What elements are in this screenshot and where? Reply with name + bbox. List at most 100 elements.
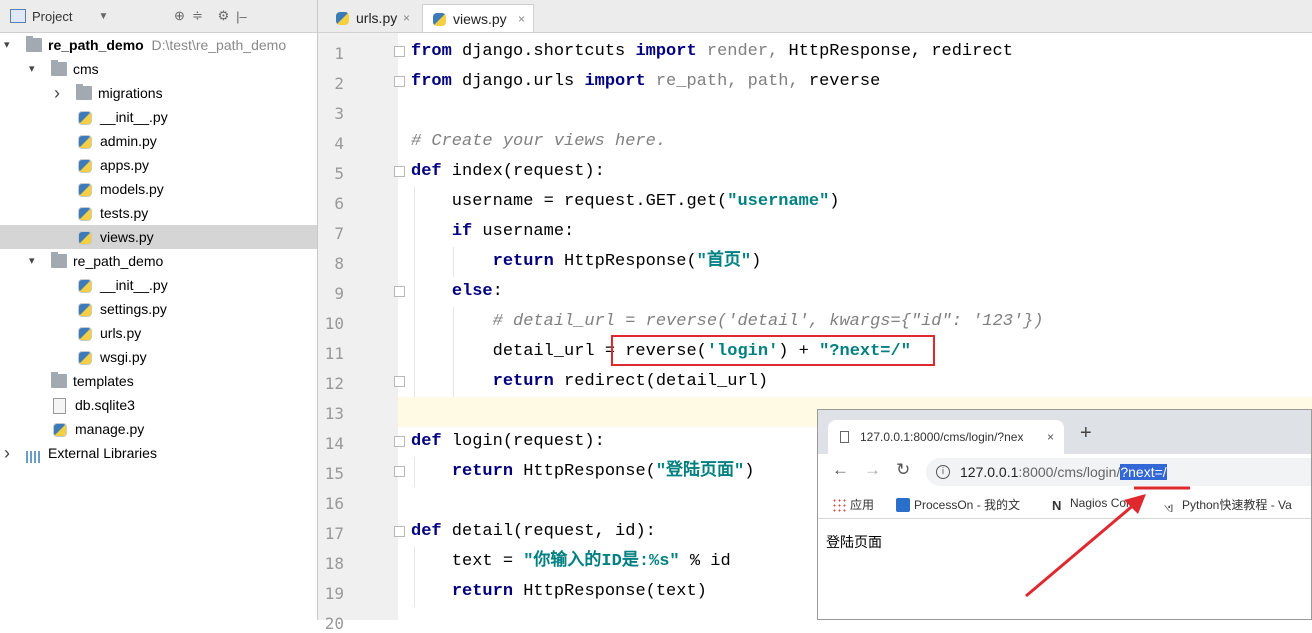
hide-panel-icon[interactable]: |– bbox=[232, 9, 250, 24]
browser-tab-title: 127.0.0.1:8000/cms/login/?nex bbox=[860, 430, 1024, 444]
new-tab-button[interactable]: + bbox=[1080, 422, 1092, 445]
bookmark-python-tutorial[interactable]: ଏ Python快速教程 - Va bbox=[1164, 496, 1292, 515]
address-bar[interactable]: i 127.0.0.1:8000/cms/login/?next=/ bbox=[926, 458, 1311, 486]
dropdown-icon[interactable]: ▼ bbox=[94, 11, 112, 22]
tree-item[interactable]: admin.py bbox=[0, 129, 317, 153]
fold-marker[interactable] bbox=[394, 166, 405, 177]
python-file-icon bbox=[78, 159, 92, 173]
tree-item-label: models.py bbox=[100, 181, 164, 197]
chevron-right-icon[interactable]: › bbox=[4, 444, 14, 462]
close-icon[interactable]: × bbox=[1047, 420, 1054, 454]
folder-icon bbox=[51, 60, 67, 76]
nagios-icon: N bbox=[1052, 498, 1062, 513]
fold-marker[interactable] bbox=[394, 286, 405, 297]
gear-icon[interactable]: ⚙ bbox=[214, 8, 232, 24]
python-file-icon bbox=[78, 231, 92, 245]
bookmark-apps[interactable]: 应用 bbox=[832, 496, 874, 513]
tree-item[interactable]: db.sqlite3 bbox=[0, 393, 317, 417]
tree-item-label: apps.py bbox=[100, 157, 150, 173]
bookmark-nagios[interactable]: N Nagios Core bbox=[1052, 496, 1137, 513]
close-icon[interactable]: × bbox=[518, 5, 525, 33]
line-number: 20 bbox=[324, 614, 344, 633]
bookmark-processon[interactable]: ProcessOn - 我的文 bbox=[896, 496, 1020, 513]
library-icon bbox=[26, 446, 42, 463]
collapse-icon[interactable]: ≑ bbox=[188, 8, 206, 24]
line-number: 16 bbox=[324, 494, 344, 513]
python-file-icon bbox=[336, 12, 349, 25]
tree-item-label: tests.py bbox=[100, 205, 149, 221]
line-number: 11 bbox=[324, 344, 344, 363]
fold-marker[interactable] bbox=[394, 526, 405, 537]
browser-tab[interactable]: 127.0.0.1:8000/cms/login/?nex × bbox=[828, 420, 1064, 454]
chevron-down-icon[interactable]: ▾ bbox=[4, 40, 14, 51]
tree-item[interactable]: settings.py bbox=[0, 297, 317, 321]
tree-item-label: __init__.py bbox=[100, 109, 168, 125]
code-line-12: return redirect(detail_url) bbox=[492, 372, 769, 391]
browser-tab-strip: 127.0.0.1:8000/cms/login/?nex × + bbox=[818, 410, 1311, 454]
tree-item[interactable]: › External Libraries bbox=[0, 441, 317, 465]
line-number: 15 bbox=[324, 464, 344, 483]
tree-item[interactable]: templates bbox=[0, 369, 317, 393]
code-line-4: # Create your views here. bbox=[411, 132, 667, 151]
project-path: D:\test\re_path_demo bbox=[143, 37, 287, 53]
address-bar-url[interactable]: 127.0.0.1:8000/cms/login/?next=/ bbox=[960, 458, 1167, 486]
vamei-icon: ଏ bbox=[1164, 500, 1174, 515]
tree-item[interactable]: › migrations bbox=[0, 81, 317, 105]
reload-button[interactable]: ↻ bbox=[896, 460, 910, 480]
tree-item-label: urls.py bbox=[100, 325, 142, 341]
python-file-icon bbox=[433, 13, 446, 26]
chevron-down-icon[interactable]: ▾ bbox=[29, 64, 39, 75]
line-number: 19 bbox=[324, 584, 344, 603]
code-line-7: if username: bbox=[451, 222, 575, 241]
browser-window: 127.0.0.1:8000/cms/login/?nex × + ← → ↻ … bbox=[817, 409, 1312, 620]
fold-marker[interactable] bbox=[394, 46, 405, 57]
tree-item[interactable]: ▾ cms bbox=[0, 57, 317, 81]
page-content-text: 登陆页面 bbox=[826, 534, 882, 550]
tab-views-py[interactable]: views.py × bbox=[422, 4, 534, 32]
code-line-19: return HttpResponse(text) bbox=[451, 582, 707, 601]
editor-tab-bar: urls.py × views.py × bbox=[318, 0, 1312, 33]
tree-item[interactable]: tests.py bbox=[0, 201, 317, 225]
python-file-icon bbox=[78, 279, 92, 293]
tab-label: views.py bbox=[453, 11, 507, 27]
python-file-icon bbox=[78, 327, 92, 341]
tab-urls-py[interactable]: urls.py × bbox=[326, 4, 418, 32]
python-file-icon bbox=[78, 111, 92, 125]
tree-item-label: cms bbox=[73, 61, 99, 77]
project-panel-title[interactable]: Project bbox=[32, 9, 72, 24]
code-line-14: def login(request): bbox=[411, 432, 605, 451]
chevron-down-icon[interactable]: ▾ bbox=[29, 256, 39, 267]
tree-item[interactable]: models.py bbox=[0, 177, 317, 201]
fold-marker[interactable] bbox=[394, 76, 405, 87]
apps-grid-icon bbox=[832, 498, 846, 512]
tree-item[interactable]: apps.py bbox=[0, 153, 317, 177]
tree-item-label: manage.py bbox=[75, 421, 145, 437]
tree-item-label: db.sqlite3 bbox=[75, 397, 135, 413]
tree-item[interactable]: urls.py bbox=[0, 321, 317, 345]
folder-icon bbox=[51, 372, 67, 388]
close-icon[interactable]: × bbox=[403, 4, 410, 32]
fold-marker[interactable] bbox=[394, 376, 405, 387]
tree-item[interactable]: __init__.py bbox=[0, 273, 317, 297]
tree-item[interactable]: views.py bbox=[0, 225, 317, 249]
folder-icon bbox=[26, 36, 42, 52]
info-icon[interactable]: i bbox=[936, 465, 950, 479]
fold-marker[interactable] bbox=[394, 466, 405, 477]
tree-item-label: re_path_demo D:\test\re_path_demo bbox=[48, 37, 287, 53]
project-tree: ▾ re_path_demo D:\test\re_path_demo ▾ cms › m… bbox=[0, 33, 317, 465]
line-number: 2 bbox=[334, 74, 344, 93]
chevron-right-icon[interactable]: › bbox=[54, 84, 64, 102]
line-number: 9 bbox=[334, 284, 344, 303]
back-button[interactable]: ← bbox=[832, 460, 849, 480]
fold-marker[interactable] bbox=[394, 436, 405, 447]
tree-item[interactable]: ▾ re_path_demo bbox=[0, 249, 317, 273]
tree-item[interactable]: manage.py bbox=[0, 417, 317, 441]
locate-icon[interactable]: ⊕ bbox=[170, 8, 188, 24]
tree-item[interactable]: ▾ re_path_demo D:\test\re_path_demo bbox=[0, 33, 317, 57]
tree-item[interactable]: wsgi.py bbox=[0, 345, 317, 369]
code-line-17: def detail(request, id): bbox=[411, 522, 656, 541]
line-number: 4 bbox=[334, 134, 344, 153]
tree-item-label: External Libraries bbox=[48, 445, 157, 461]
tree-item[interactable]: __init__.py bbox=[0, 105, 317, 129]
forward-button[interactable]: → bbox=[864, 460, 881, 480]
